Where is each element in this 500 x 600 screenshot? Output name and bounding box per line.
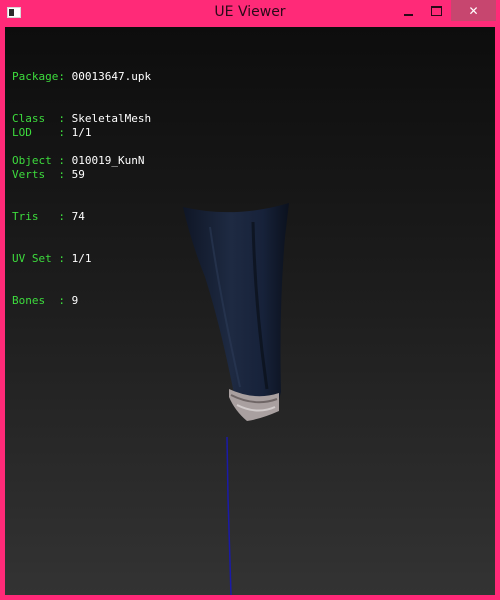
- minimize-button[interactable]: [395, 0, 421, 21]
- minimize-icon: [403, 13, 413, 16]
- mesh-cloth: [183, 203, 289, 407]
- close-icon: ✕: [468, 3, 479, 18]
- app-window: UE Viewer ✕ Package: 00013647.upk Class …: [0, 0, 500, 600]
- close-button[interactable]: ✕: [451, 0, 496, 21]
- maximize-button[interactable]: [423, 0, 449, 21]
- mesh-render: [183, 203, 289, 595]
- 3d-viewport[interactable]: Package: 00013647.upk Class : SkeletalMe…: [5, 27, 495, 595]
- maximize-icon: [430, 5, 442, 16]
- axis-line: [226, 436, 232, 595]
- title-bar[interactable]: UE Viewer ✕: [0, 0, 500, 27]
